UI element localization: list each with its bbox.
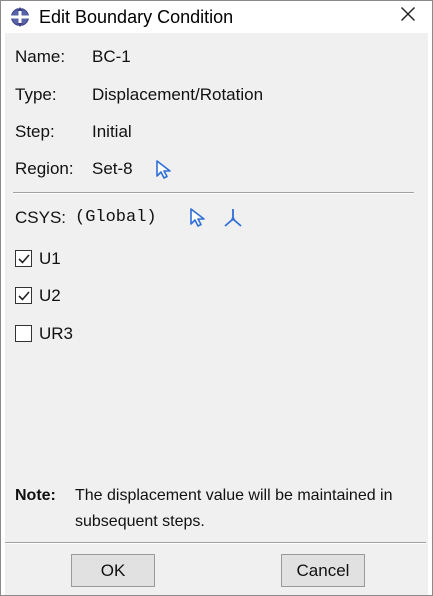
region-value: Set-8 [92, 159, 133, 178]
region-select-button[interactable] [155, 160, 173, 186]
name-value: BC-1 [92, 47, 131, 66]
step-label: Step: [15, 122, 55, 141]
title-bar[interactable]: Edit Boundary Condition [1, 1, 432, 33]
csys-axis-icon [222, 209, 244, 233]
csys-select-button[interactable] [189, 208, 207, 234]
edit-boundary-condition-dialog: Edit Boundary Condition Name: BC-1 Type:… [0, 0, 433, 596]
ur3-checkbox[interactable] [15, 325, 32, 342]
name-label: Name: [15, 47, 66, 66]
note-label: Note: [15, 487, 56, 504]
separator-top [13, 192, 414, 194]
note-text: The displacement value will be maintaine… [75, 487, 393, 530]
type-value: Displacement/Rotation [92, 85, 264, 104]
u2-checkbox[interactable] [15, 287, 32, 304]
select-arrow-icon [155, 160, 173, 184]
close-button[interactable] [390, 1, 426, 31]
select-arrow-icon [189, 208, 207, 232]
u1-label: U1 [39, 249, 61, 268]
cancel-button[interactable]: Cancel [281, 554, 365, 587]
checkmark-icon [18, 291, 30, 301]
csys-create-button[interactable] [222, 207, 244, 235]
abaqus-logo-icon [9, 7, 31, 27]
csys-value: (Global) [75, 208, 157, 227]
u2-label: U2 [39, 286, 61, 305]
ur3-label: UR3 [39, 324, 74, 343]
step-value: Initial [92, 122, 132, 141]
ok-button[interactable]: OK [71, 554, 155, 587]
separator-bottom [5, 542, 426, 544]
window-title: Edit Boundary Condition [39, 7, 234, 27]
dialog-body: Name: BC-1 Type: Displacement/Rotation S… [5, 33, 428, 595]
checkmark-icon [18, 254, 30, 264]
u1-checkbox[interactable] [15, 250, 32, 267]
csys-label: CSYS: [15, 208, 67, 227]
close-icon [400, 6, 416, 27]
region-label: Region: [15, 159, 74, 178]
type-label: Type: [15, 85, 57, 104]
